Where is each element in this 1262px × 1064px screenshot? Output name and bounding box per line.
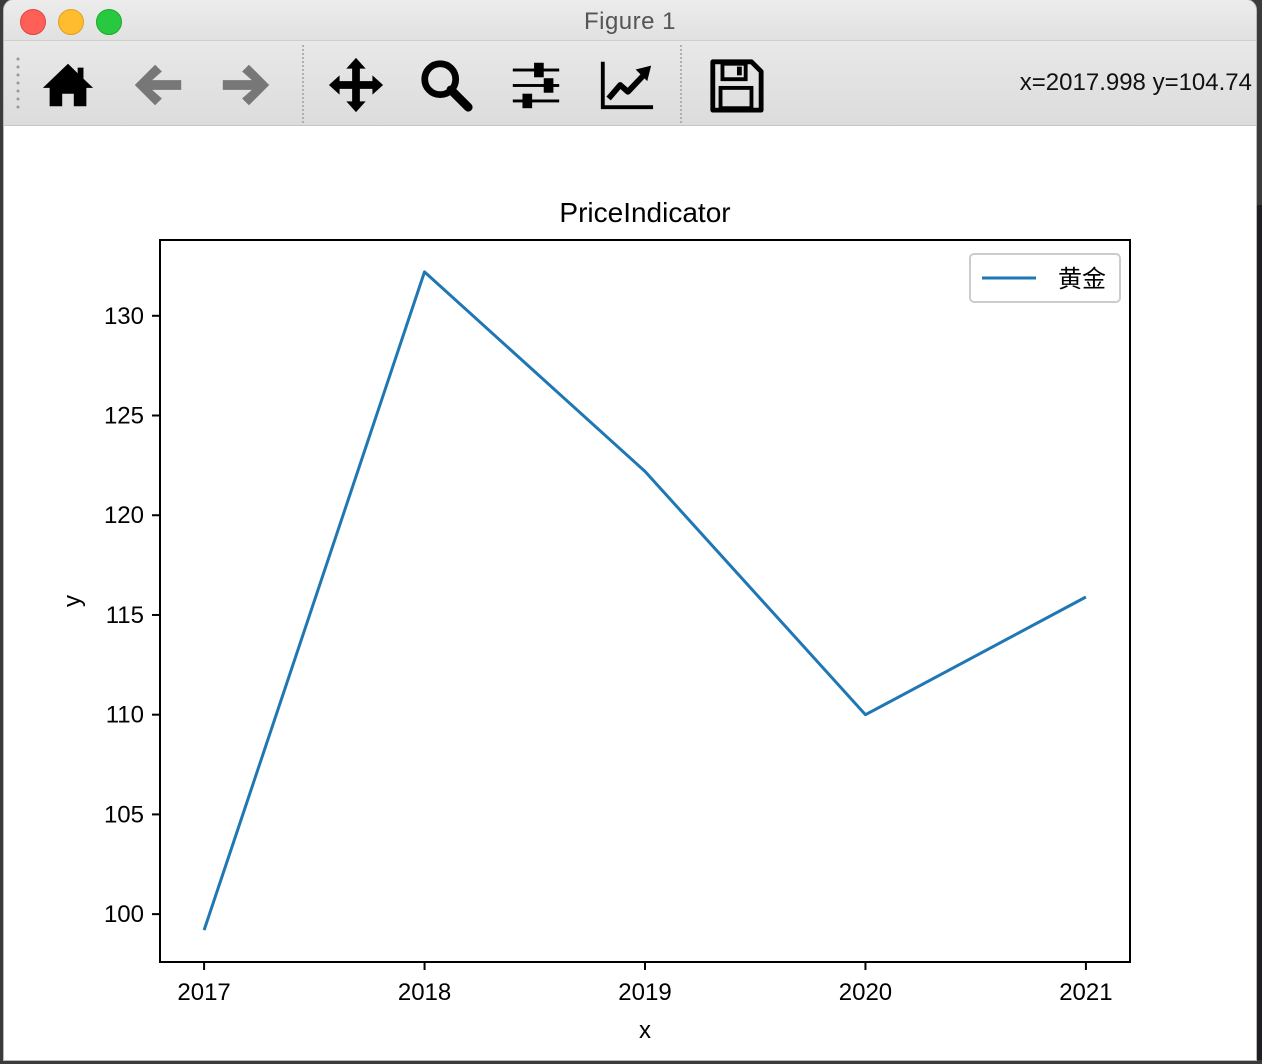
x-tick-label: 2017 [177, 979, 230, 1006]
y-tick-label: 110 [106, 702, 144, 729]
y-tick-label: 100 [104, 901, 144, 928]
x-tick-label: 2020 [839, 979, 892, 1006]
x-tick-label: 2021 [1059, 979, 1112, 1006]
toolbar-grip[interactable] [16, 55, 20, 111]
toolbar-separator [302, 45, 304, 123]
line-chart-icon [600, 61, 654, 110]
arrow-right-icon [222, 64, 270, 106]
legend-label: 黄金 [1058, 266, 1106, 293]
axes-frame [159, 239, 1131, 963]
floppy-disk-icon [710, 59, 764, 113]
forward-button[interactable] [216, 55, 276, 115]
x-tick-label: 2019 [618, 979, 671, 1006]
background-editor-strip [1256, 205, 1262, 1060]
y-axis-label: y [59, 595, 86, 607]
x-axis-label: x [639, 1017, 651, 1044]
arrow-left-icon [134, 64, 182, 106]
save-button[interactable] [706, 55, 766, 115]
navigation-toolbar: x=2017.998 y=104.74 [4, 41, 1256, 126]
y-tick-label: 125 [104, 403, 144, 430]
back-button[interactable] [128, 55, 188, 115]
y-tick-label: 105 [104, 801, 144, 828]
chart-title: PriceIndicator [559, 197, 730, 228]
legend: 黄金 [969, 253, 1121, 303]
y-tick-label: 115 [106, 602, 144, 629]
window-title: Figure 1 [583, 8, 677, 35]
move-icon [328, 57, 384, 113]
subplots-button[interactable] [506, 55, 566, 115]
series-line [202, 270, 1087, 931]
magnifier-icon [421, 60, 473, 112]
edit-curves-button[interactable] [596, 55, 656, 115]
sliders-icon [512, 62, 560, 109]
y-tick-label: 120 [104, 502, 144, 529]
home-icon [42, 63, 94, 107]
title-bar: Figure 1 [4, 0, 1256, 41]
y-tick-label: 130 [104, 303, 144, 330]
toolbar-separator [680, 45, 682, 123]
x-tick-label: 2018 [398, 979, 451, 1006]
line-chart: 2017 2018 2019 2020 2021 100 105 110 115 120 125 13… [59, 197, 1131, 1044]
home-button[interactable] [38, 55, 98, 115]
cursor-coordinates: x=2017.998 y=104.74 [1019, 69, 1252, 96]
pan-button[interactable] [326, 55, 386, 115]
figure-canvas[interactable]: 2017 2018 2019 2020 2021 100 105 110 115 120 125 13… [4, 126, 1256, 1060]
figure-window: Figure 1 x=2017.998 y=104.74 2017 2018 2… [4, 0, 1256, 1060]
zoom-button[interactable] [416, 55, 476, 115]
